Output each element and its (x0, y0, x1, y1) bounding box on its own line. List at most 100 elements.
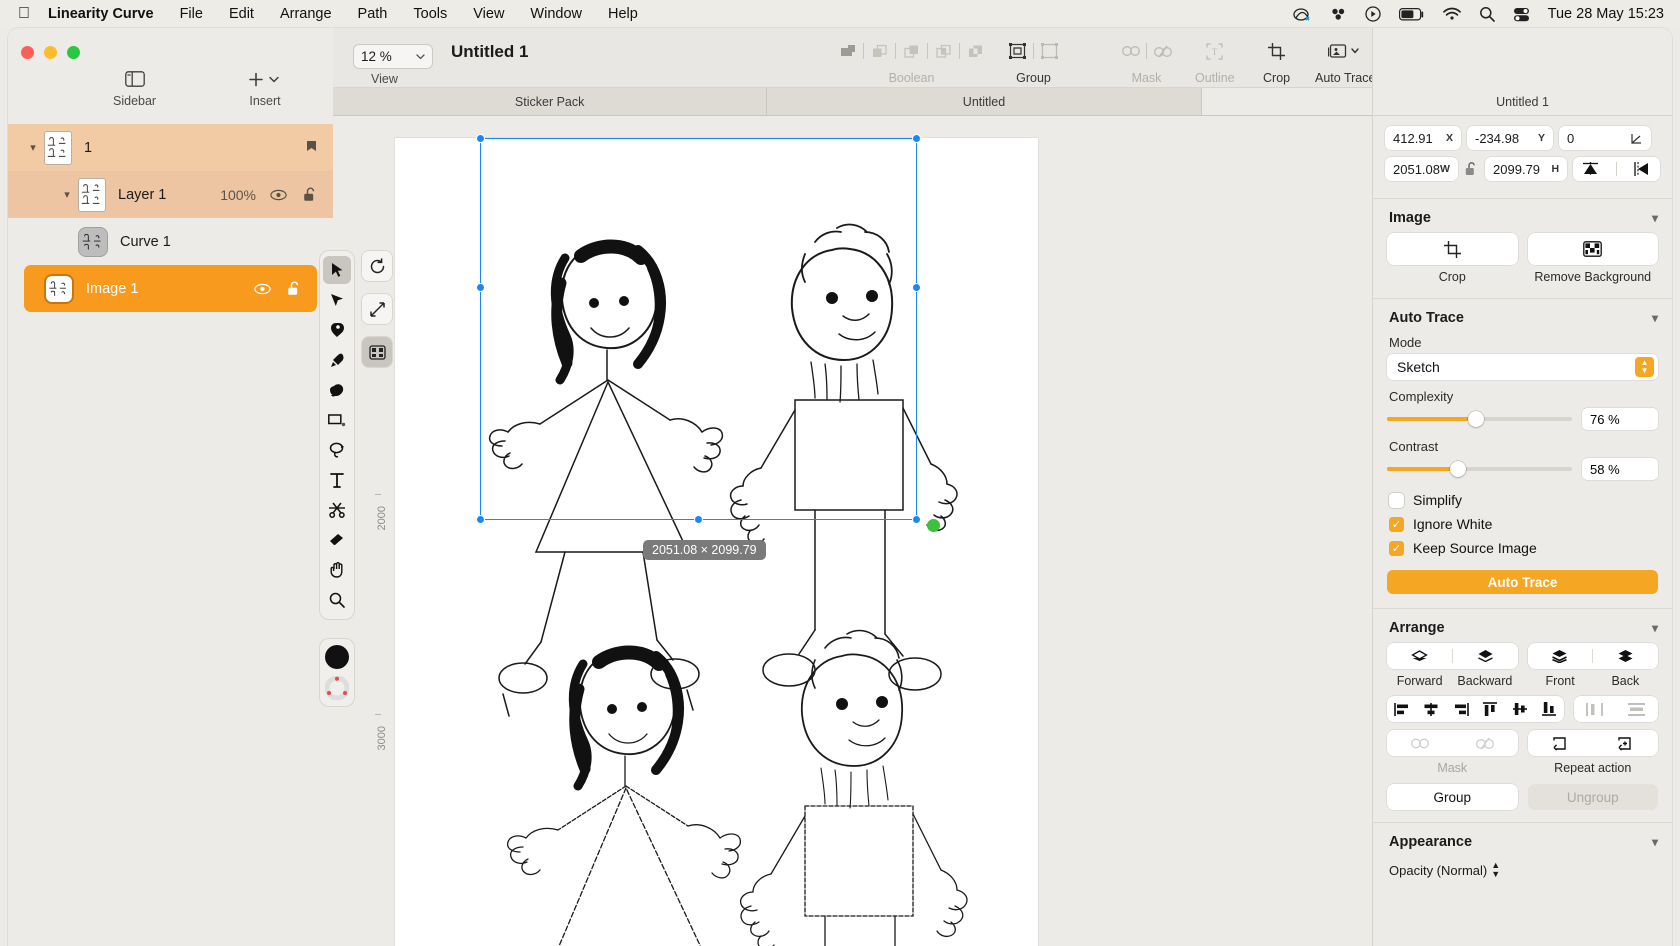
unmask-icon[interactable] (1150, 40, 1175, 62)
forward-button[interactable] (1387, 650, 1452, 662)
arrange-section-header[interactable]: Arrange ▾ (1373, 609, 1672, 643)
node-tool[interactable] (323, 286, 351, 314)
menu-tools[interactable]: Tools (400, 6, 460, 22)
front-button[interactable] (1528, 650, 1593, 663)
outline-button[interactable]: T Outline (1195, 38, 1235, 85)
contrast-slider-knob[interactable] (1450, 461, 1466, 477)
chevron-down-icon[interactable]: ▾ (1652, 211, 1658, 225)
menu-window[interactable]: Window (517, 6, 595, 22)
color-wheel-swatch[interactable] (325, 676, 349, 700)
keep-source-row[interactable]: ✓ Keep Source Image (1373, 536, 1672, 560)
x-position-input[interactable]: 412.91 X (1385, 126, 1461, 150)
paint-tool[interactable] (323, 376, 351, 404)
chevron-down-icon[interactable]: ▾ (1652, 621, 1658, 635)
menu-path[interactable]: Path (345, 6, 401, 22)
complexity-slider[interactable] (1387, 417, 1572, 421)
menu-clock[interactable]: Tue 28 May 15:23 (1548, 6, 1664, 22)
fill-color-swatch[interactable] (325, 645, 349, 669)
screen-share-icon[interactable] (1293, 7, 1312, 22)
inspector-document-tab[interactable]: Untitled 1 (1373, 88, 1672, 116)
lasso-tool[interactable] (323, 436, 351, 464)
wifi-icon[interactable] (1443, 7, 1461, 21)
contrast-slider[interactable] (1387, 467, 1572, 471)
unlock-icon[interactable] (303, 187, 317, 202)
apple-logo-icon[interactable]:  (0, 6, 46, 22)
pen-tool[interactable] (323, 316, 351, 344)
tab-sticker-pack[interactable]: Sticker Pack (333, 88, 767, 115)
eraser-tool[interactable] (323, 526, 351, 554)
eye-icon[interactable] (254, 283, 271, 295)
dots-cluster-icon[interactable] (1330, 7, 1347, 21)
align-top-icon[interactable] (1475, 702, 1504, 716)
align-center-h-icon[interactable] (1416, 703, 1445, 716)
mask-icon[interactable] (1387, 738, 1452, 749)
menu-linearity-curve[interactable]: Linearity Curve (46, 6, 167, 22)
hand-tool[interactable] (323, 556, 351, 584)
boolean-difference-icon[interactable] (931, 40, 956, 62)
text-tool[interactable] (323, 466, 351, 494)
keep-source-checkbox[interactable]: ✓ (1389, 541, 1404, 556)
ungroup-button[interactable]: Ungroup (1528, 784, 1659, 810)
stepper-icon[interactable]: ▲▼ (1635, 357, 1654, 377)
group-button[interactable]: Group (1387, 784, 1518, 810)
document-badge-icon[interactable] (306, 140, 317, 155)
selection-handle-r[interactable] (912, 283, 921, 292)
layer-row-image1[interactable]: Image 1 (24, 265, 317, 312)
selection-handle-b[interactable] (694, 515, 703, 524)
scissors-tool[interactable] (323, 496, 351, 524)
selection-handle-tr[interactable] (912, 134, 921, 143)
aspect-lock-button[interactable] (1464, 162, 1479, 176)
simplify-checkbox[interactable] (1389, 493, 1404, 508)
back-button[interactable] (1593, 650, 1658, 663)
play-circle-icon[interactable] (1365, 6, 1381, 22)
distribute-vertical-icon[interactable] (1616, 703, 1658, 716)
height-input[interactable]: 2099.79 H (1485, 157, 1567, 181)
menu-view[interactable]: View (460, 6, 517, 22)
width-input[interactable]: 2051.08 W (1385, 157, 1458, 181)
select-tool[interactable] (323, 256, 351, 284)
sidebar-toggle-button[interactable]: Sidebar (113, 68, 156, 108)
layer-opacity[interactable]: 100% (220, 187, 256, 203)
mode-select[interactable]: Sketch ▲▼ (1387, 354, 1658, 380)
minimize-button[interactable] (44, 46, 57, 59)
selection-handle-tl[interactable] (476, 134, 485, 143)
close-button[interactable] (21, 46, 34, 59)
insert-button[interactable]: Insert (248, 68, 282, 108)
layer-row-layer1[interactable]: ▾ Layer 1 100% (8, 171, 333, 218)
chevron-down-icon[interactable]: ▾ (56, 188, 78, 201)
align-bottom-icon[interactable] (1534, 702, 1563, 716)
remove-background-button[interactable] (1528, 233, 1659, 265)
align-right-icon[interactable] (1446, 703, 1475, 716)
tab-untitled[interactable]: Untitled (767, 88, 1201, 115)
canvas-area[interactable]: 2000 3000 (333, 116, 1313, 946)
rotate-tool-button[interactable] (361, 250, 393, 282)
search-icon[interactable] (1479, 6, 1495, 22)
group-icon[interactable] (1005, 40, 1030, 62)
ungroup-icon[interactable] (1037, 40, 1062, 62)
selection-handle-l[interactable] (476, 283, 485, 292)
layer-row-curve1[interactable]: Curve 1 (8, 218, 333, 265)
repeat-action-add-icon[interactable] (1593, 736, 1658, 751)
control-center-icon[interactable] (1513, 7, 1530, 22)
rotation-handle[interactable] (927, 519, 940, 532)
brush-tool[interactable] (323, 346, 351, 374)
repeat-action-icon[interactable] (1528, 736, 1593, 751)
menu-arrange[interactable]: Arrange (267, 6, 345, 22)
chevron-down-icon[interactable]: ▾ (22, 141, 44, 154)
eye-icon[interactable] (270, 189, 287, 201)
unlock-icon[interactable] (287, 281, 301, 296)
chevron-down-icon[interactable]: ▾ (1652, 311, 1658, 325)
align-left-icon[interactable] (1387, 703, 1416, 716)
flip-horizontal-icon[interactable] (1581, 161, 1600, 177)
menu-file[interactable]: File (167, 6, 216, 22)
selection-handle-bl[interactable] (476, 515, 485, 524)
rotation-input[interactable]: 0 (1559, 126, 1651, 150)
document-title[interactable]: Untitled 1 (451, 42, 528, 62)
crop-image-button[interactable] (1387, 233, 1518, 265)
ignore-white-row[interactable]: ✓ Ignore White (1373, 512, 1672, 536)
chevron-down-icon[interactable]: ▾ (1652, 835, 1658, 849)
zoom-tool[interactable] (323, 586, 351, 614)
image-section-header[interactable]: Image ▾ (1373, 199, 1672, 233)
image-tool-button[interactable] (361, 336, 393, 368)
align-center-v-icon[interactable] (1505, 702, 1534, 716)
